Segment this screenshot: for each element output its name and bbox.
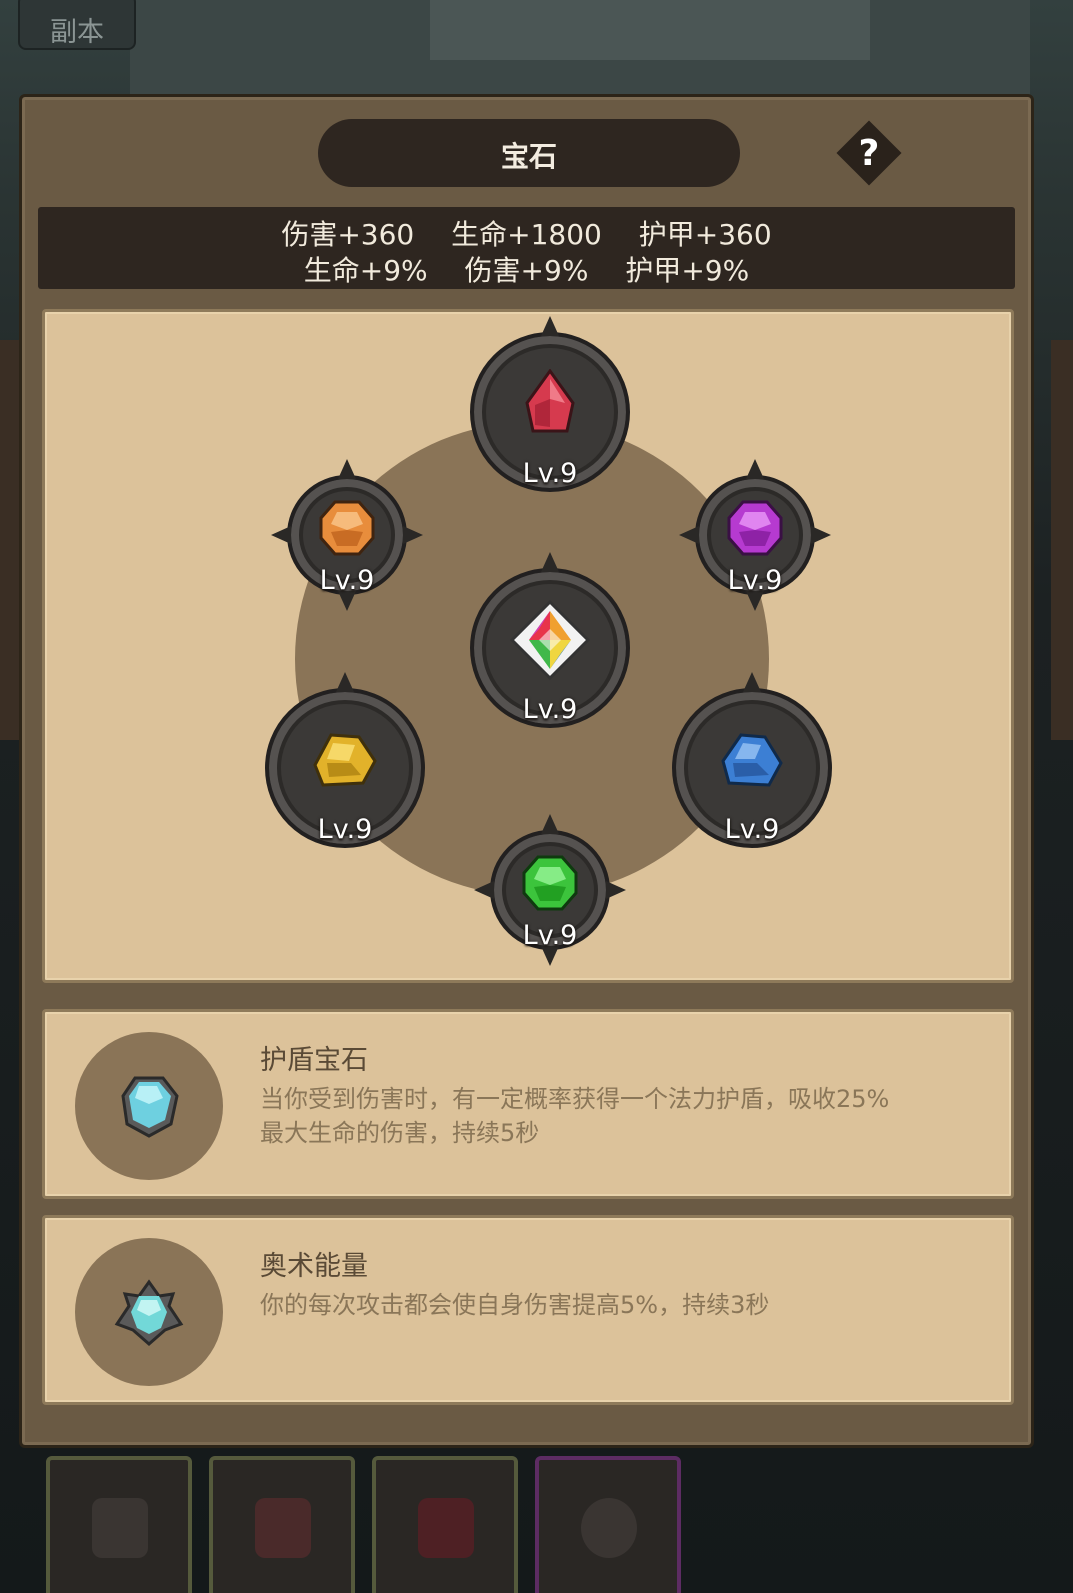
stat-health: 生命+1800 (451, 218, 602, 251)
gem-socket-top[interactable]: Lv.9 (470, 316, 630, 492)
gem-socket-upper-left[interactable]: Lv.9 (271, 459, 423, 611)
socket-spike (541, 814, 559, 834)
socket-level: Lv.9 (317, 814, 373, 845)
socket-level: Lv.9 (319, 565, 375, 596)
socket-level: Lv.9 (522, 920, 578, 951)
equipment-slot-3[interactable] (372, 1456, 518, 1593)
rainbow-gem-icon (509, 599, 591, 685)
socket-spike (541, 316, 559, 336)
gem-socket-lower-right[interactable]: Lv.9 (672, 672, 832, 848)
socket-spike (271, 526, 291, 544)
skill-description: 你的每次攻击都会使自身伤害提高5%，持续3秒 (260, 1291, 770, 1319)
stat-armor-percent: 护甲+9% (625, 254, 750, 287)
gem-panel: 宝石 ? 伤害+360 生命+1800 护甲+360 生命+9% 伤害+9% 护… (19, 94, 1034, 1448)
socket-spike (746, 459, 764, 479)
background-wall-right (1051, 340, 1073, 740)
socket-spike (338, 459, 356, 479)
stat-damage-percent: 伤害+9% (464, 254, 589, 287)
armor-icon (255, 1498, 311, 1558)
equipment-slot-4[interactable] (535, 1456, 681, 1593)
skill-card-arcane-energy[interactable]: 奥术能量 你的每次攻击都会使自身伤害提高5%，持续3秒 (42, 1215, 1014, 1405)
skill-description: 当你受到伤害时，有一定概率获得一个法力护盾，吸收25%最大生命的伤害，持续5秒 (260, 1085, 890, 1147)
dungeon-button-label: 副本 (50, 17, 104, 48)
stat-health-percent: 生命+9% (303, 254, 428, 287)
robe-icon (418, 1498, 474, 1558)
gem-socket-center[interactable]: Lv.9 (470, 552, 630, 728)
socket-spike (474, 881, 494, 899)
panel-title: 宝石 (500, 140, 557, 173)
stats-line-1: 伤害+360 生命+1800 护甲+360 (38, 213, 1015, 253)
purple-gem-icon (725, 498, 785, 562)
yellow-gem-icon (311, 731, 379, 793)
stat-damage: 伤害+360 (281, 218, 415, 251)
socket-level: Lv.9 (522, 458, 578, 489)
game-screen: 副本 宝石 ? 伤害+360 生命+1800 护甲+360 生命+9% 伤害+9… (0, 0, 1073, 1593)
ring-icon (581, 1498, 637, 1558)
gem-socket-bottom[interactable]: Lv.9 (474, 814, 626, 966)
stat-armor: 护甲+360 (638, 218, 772, 251)
blue-gem-icon (719, 731, 785, 793)
dungeon-button[interactable]: 副本 (18, 0, 136, 50)
socket-level: Lv.9 (724, 814, 780, 845)
arcane-energy-icon (75, 1238, 223, 1386)
socket-spike (403, 526, 423, 544)
background-castle-tower (430, 0, 870, 60)
stats-line-2: 生命+9% 伤害+9% 护甲+9% (38, 249, 1015, 289)
skill-name: 护盾宝石 (260, 1045, 368, 1076)
equipment-slot-1[interactable] (46, 1456, 192, 1593)
gem-socket-lower-left[interactable]: Lv.9 (265, 672, 425, 848)
skill-card-shield-gem[interactable]: 护盾宝石 当你受到伤害时，有一定概率获得一个法力护盾，吸收25%最大生命的伤害，… (42, 1009, 1014, 1199)
helmet-icon (92, 1498, 148, 1558)
socket-spike (679, 526, 699, 544)
socket-spike (743, 672, 761, 692)
gem-board: Lv.9 Lv.9 Lv.9 Lv.9 Lv.9 Lv.9 Lv.9 (42, 309, 1014, 983)
socket-spike (811, 526, 831, 544)
orange-gem-icon (317, 498, 377, 562)
red-gem-icon (521, 368, 579, 443)
socket-level: Lv.9 (522, 694, 578, 725)
gem-socket-upper-right[interactable]: Lv.9 (679, 459, 831, 611)
help-button[interactable]: ? (833, 117, 905, 189)
equipment-slot-2[interactable] (209, 1456, 355, 1593)
socket-spike (541, 552, 559, 572)
help-label: ? (858, 133, 880, 174)
socket-level: Lv.9 (727, 565, 783, 596)
shield-gem-icon (75, 1032, 223, 1180)
stats-bar: 伤害+360 生命+1800 护甲+360 生命+9% 伤害+9% 护甲+9% (38, 207, 1015, 289)
panel-title-bar: 宝石 (318, 119, 740, 187)
skill-name: 奥术能量 (260, 1251, 368, 1282)
socket-spike (336, 672, 354, 692)
green-gem-icon (520, 853, 580, 917)
socket-spike (606, 881, 626, 899)
